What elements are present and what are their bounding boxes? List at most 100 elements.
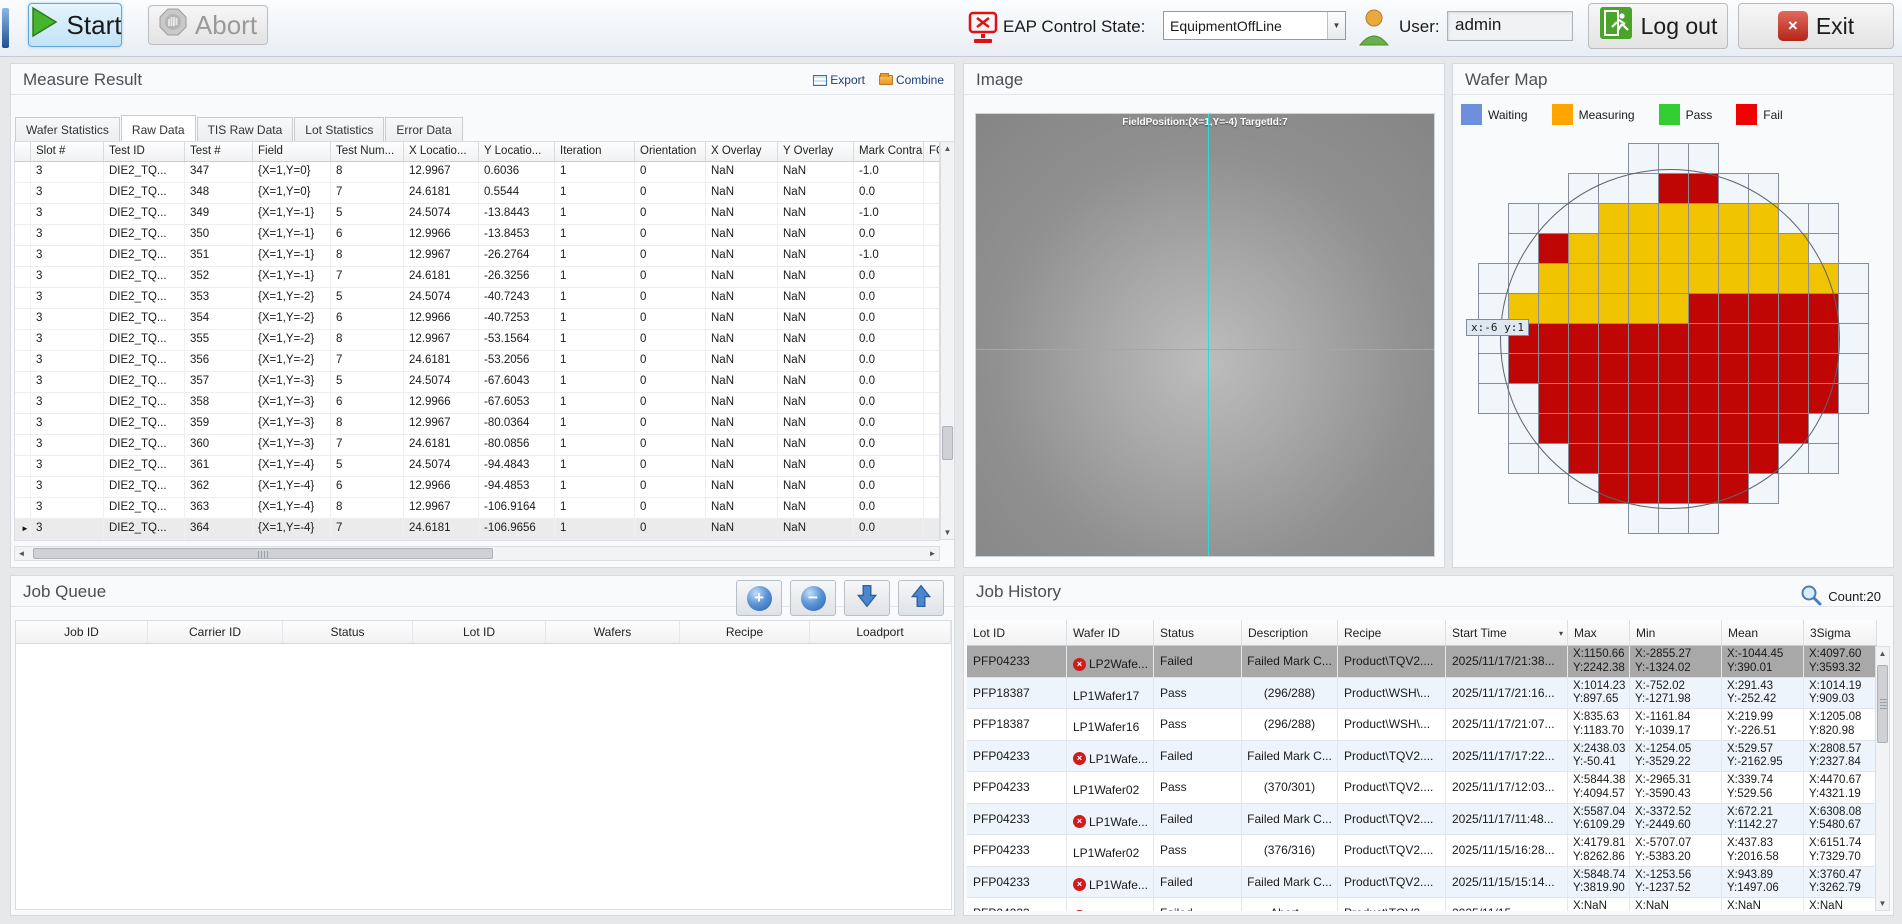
- table-row[interactable]: 3DIE2_TQ...360{X=1,Y=-3}724.6181-80.0856…: [15, 435, 939, 456]
- table-row[interactable]: 3DIE2_TQ...354{X=1,Y=-2}612.9966-40.7253…: [15, 309, 939, 330]
- wafer-cell[interactable]: [1658, 503, 1689, 534]
- table-row[interactable]: 3DIE2_TQ...356{X=1,Y=-2}724.6181-53.2056…: [15, 351, 939, 372]
- wafer-cell[interactable]: [1598, 443, 1629, 474]
- history-vertical-scrollbar[interactable]: ▲ ▼: [1875, 646, 1890, 911]
- wafer-cell[interactable]: [1838, 383, 1869, 414]
- column-header-fo[interactable]: FO: [924, 142, 940, 161]
- wafer-cell[interactable]: [1808, 413, 1839, 444]
- wafer-cell[interactable]: [1658, 323, 1689, 354]
- wafer-cell[interactable]: [1778, 353, 1809, 384]
- wafer-cell[interactable]: [1718, 413, 1749, 444]
- wafer-cell[interactable]: [1508, 413, 1539, 444]
- wafer-cell[interactable]: [1658, 203, 1689, 234]
- table-row[interactable]: 3DIE2_TQ...348{X=1,Y=0}724.61810.554410N…: [15, 183, 939, 204]
- column-header-loadport[interactable]: Loadport: [810, 621, 951, 643]
- wafer-cell[interactable]: [1688, 143, 1719, 174]
- wafer-cell[interactable]: [1598, 353, 1629, 384]
- column-header-status[interactable]: Status: [1154, 620, 1242, 645]
- wafer-cell[interactable]: [1538, 413, 1569, 444]
- wafer-cell[interactable]: [1748, 293, 1779, 324]
- wafer-cell[interactable]: [1718, 203, 1749, 234]
- sort-arrow-icon[interactable]: ▾: [1559, 629, 1563, 638]
- wafer-cell[interactable]: [1778, 263, 1809, 294]
- column-header-x-overlay[interactable]: X Overlay: [706, 142, 778, 161]
- table-row[interactable]: 3DIE2_TQ...347{X=1,Y=0}812.99670.603610N…: [15, 162, 939, 183]
- wafer-cell[interactable]: [1568, 173, 1599, 204]
- start-button[interactable]: Start: [28, 3, 122, 47]
- wafer-cell[interactable]: [1628, 353, 1659, 384]
- wafer-cell[interactable]: [1658, 173, 1689, 204]
- history-row[interactable]: PFP04233×LP2Wafe...FailedFailed Mark C..…: [967, 646, 1877, 678]
- wafer-cell[interactable]: [1658, 263, 1689, 294]
- column-header-status[interactable]: Status: [283, 621, 413, 643]
- wafer-cell[interactable]: [1508, 443, 1539, 474]
- wafer-cell[interactable]: [1688, 323, 1719, 354]
- column-header-y-locatio[interactable]: Y Locatio...: [479, 142, 555, 161]
- wafer-cell[interactable]: [1478, 353, 1509, 384]
- tab-wafer-statistics[interactable]: Wafer Statistics: [15, 117, 120, 141]
- combine-link[interactable]: Combine: [879, 73, 944, 87]
- wafer-cell[interactable]: [1748, 203, 1779, 234]
- column-header-x-locatio[interactable]: X Locatio...: [404, 142, 479, 161]
- scrollbar-thumb[interactable]: [1877, 665, 1888, 743]
- wafer-cell[interactable]: [1688, 263, 1719, 294]
- measure-vertical-scrollbar[interactable]: ▲ ▼: [940, 141, 955, 540]
- column-header-test-num[interactable]: Test Num...: [331, 142, 404, 161]
- wafer-cell[interactable]: [1538, 323, 1569, 354]
- wafer-cell[interactable]: [1628, 323, 1659, 354]
- wafer-cell[interactable]: [1538, 383, 1569, 414]
- wafer-cell[interactable]: [1508, 263, 1539, 294]
- wafer-cell[interactable]: [1838, 293, 1869, 324]
- wafer-cell[interactable]: [1658, 353, 1689, 384]
- wafer-cell[interactable]: [1778, 293, 1809, 324]
- wafer-cell[interactable]: [1688, 293, 1719, 324]
- wafer-cell[interactable]: [1778, 383, 1809, 414]
- wafer-cell[interactable]: [1508, 383, 1539, 414]
- wafer-cell[interactable]: [1478, 263, 1509, 294]
- wafer-cell[interactable]: [1568, 413, 1599, 444]
- wafer-cell[interactable]: [1718, 263, 1749, 294]
- wafer-cell[interactable]: [1838, 263, 1869, 294]
- wafer-cell[interactable]: [1778, 323, 1809, 354]
- history-row[interactable]: PFP04233×LP1Wafe...FailedFailed Mark C..…: [967, 741, 1877, 773]
- add-button[interactable]: +: [736, 580, 782, 616]
- logout-button[interactable]: Log out: [1588, 3, 1728, 49]
- history-row[interactable]: PFP04233×LP1Wafe...FailedFailed Mark C..…: [967, 804, 1877, 836]
- wafer-cell[interactable]: [1748, 263, 1779, 294]
- wafer-cell[interactable]: [1808, 203, 1839, 234]
- history-row[interactable]: PFP18387LP1Wafer17Pass(296/288)Product\W…: [967, 678, 1877, 710]
- wafer-cell[interactable]: [1628, 383, 1659, 414]
- column-header-orientation[interactable]: Orientation: [635, 142, 706, 161]
- wafer-cell[interactable]: [1748, 353, 1779, 384]
- wafer-cell[interactable]: [1628, 173, 1659, 204]
- wafer-cell[interactable]: [1628, 233, 1659, 264]
- table-row[interactable]: 3DIE2_TQ...351{X=1,Y=-1}812.9967-26.2764…: [15, 246, 939, 267]
- wafer-cell[interactable]: [1688, 443, 1719, 474]
- wafer-cell[interactable]: [1748, 443, 1779, 474]
- history-row[interactable]: PFP04233×LP1Wafe...FailedAbort...Product…: [967, 898, 1877, 911]
- scroll-down-icon[interactable]: ▼: [1876, 897, 1889, 910]
- remove-button[interactable]: −: [790, 580, 836, 616]
- column-header-start-time[interactable]: Start Time▾: [1446, 620, 1568, 645]
- tab-tis-raw-data[interactable]: TIS Raw Data: [197, 117, 294, 141]
- wafer-cell[interactable]: [1628, 203, 1659, 234]
- wafer-cell[interactable]: [1718, 473, 1749, 504]
- wafer-cell[interactable]: [1718, 323, 1749, 354]
- wafer-cell[interactable]: [1748, 173, 1779, 204]
- wafer-cell[interactable]: [1538, 353, 1569, 384]
- wafer-cell[interactable]: [1598, 233, 1629, 264]
- wafer-cell[interactable]: [1778, 233, 1809, 264]
- scrollbar-thumb[interactable]: [942, 426, 953, 460]
- wafer-cell[interactable]: [1748, 323, 1779, 354]
- wafer-cell[interactable]: [1628, 473, 1659, 504]
- history-row[interactable]: PFP04233×LP1Wafe...FailedFailed Mark C..…: [967, 867, 1877, 899]
- column-header-min[interactable]: Min: [1630, 620, 1722, 645]
- wafer-cell[interactable]: [1808, 323, 1839, 354]
- wafer-cell[interactable]: [1688, 503, 1719, 534]
- column-header-wafer-id[interactable]: Wafer ID: [1067, 620, 1154, 645]
- scroll-left-icon[interactable]: ◄: [15, 547, 28, 560]
- table-row[interactable]: 3DIE2_TQ...359{X=1,Y=-3}812.9967-80.0364…: [15, 414, 939, 435]
- column-header-carrier-id[interactable]: Carrier ID: [148, 621, 283, 643]
- wafer-cell[interactable]: [1718, 353, 1749, 384]
- wafer-cell[interactable]: [1718, 443, 1749, 474]
